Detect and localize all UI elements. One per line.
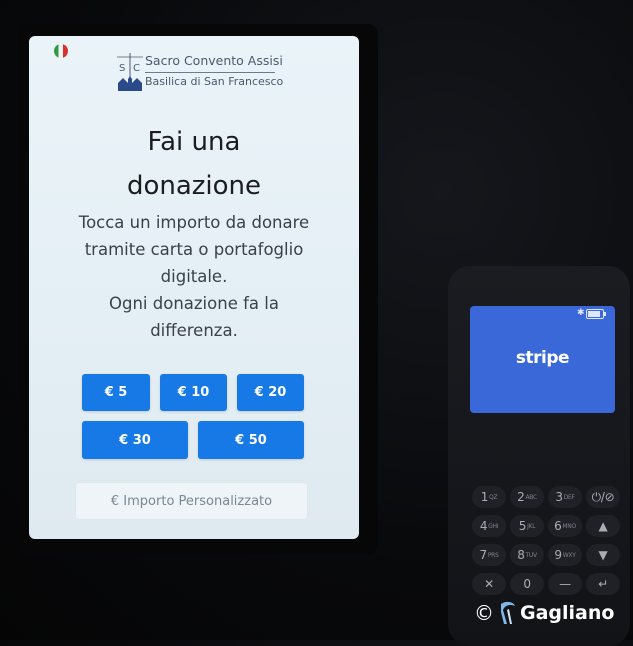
keypad-key[interactable]: —	[548, 573, 582, 595]
title-line: donazione	[126, 171, 262, 201]
title-line: Fai una	[147, 127, 241, 157]
svg-text:S: S	[119, 63, 125, 74]
svg-text:C: C	[133, 63, 140, 74]
donate-50-button[interactable]: € 50	[198, 421, 304, 459]
flag-italy-icon[interactable]	[54, 44, 68, 58]
keypad-key-label: 6	[554, 519, 562, 533]
photographer-name: Gagliano	[520, 602, 615, 624]
keypad-key-letters: TUV	[525, 551, 538, 559]
keypad-key-label: ▲	[598, 519, 608, 533]
keypad-key-letters: JKL	[527, 522, 536, 530]
terminal-screen: ✱ stripe	[470, 306, 615, 413]
instructions-line: differenza.	[150, 321, 238, 340]
instructions-line: tramite carta o portafoglio	[84, 240, 304, 259]
keypad-key-letters: MNO	[562, 522, 576, 530]
keypad-key-letters: WXY	[562, 551, 576, 559]
donate-5-button[interactable]: € 5	[82, 374, 150, 411]
logo-line-1: Sacro Convento Assisi	[145, 53, 283, 68]
keypad-key[interactable]: 7 PRS	[472, 544, 506, 566]
keypad-key-letters: ABC	[525, 493, 537, 501]
keypad-key-label: 3	[555, 490, 563, 504]
instructions-text: Tocca un importo da donare tramite carta…	[49, 209, 339, 344]
keypad-key[interactable]: ↵	[586, 573, 620, 595]
keypad-key-label: ⏻/⊘	[591, 489, 615, 504]
logo-line-2: Basilica di San Francesco	[145, 75, 284, 88]
keypad-key-label: 0	[523, 577, 531, 591]
stripe-logo: stripe	[515, 348, 570, 368]
keypad-key[interactable]: ▼	[586, 544, 620, 566]
keypad-key[interactable]: 0	[510, 573, 544, 595]
keypad-key-letters: PRS	[487, 551, 499, 559]
copyright-symbol: ©	[474, 601, 494, 625]
logo-divider	[145, 72, 275, 73]
keypad-key-label: 2	[517, 490, 525, 504]
custom-amount-input[interactable]: € Importo Personalizzato	[75, 482, 308, 520]
keypad-key[interactable]: ▲	[586, 515, 620, 537]
keypad-key[interactable]: ✕	[472, 573, 506, 595]
basilica-logo-icon: S C	[117, 53, 143, 91]
keypad-key-label: ✕	[484, 577, 494, 591]
bluetooth-icon: ✱	[577, 308, 585, 318]
keypad-key-label: 7	[479, 548, 487, 562]
keypad-key[interactable]: 5 JKL	[510, 515, 544, 537]
keypad-key-label: 1	[480, 490, 489, 504]
keypad-key[interactable]: 1 QZ	[472, 486, 506, 508]
keypad-key[interactable]: 6 MNO	[548, 515, 582, 537]
keypad-key-label: —	[559, 577, 571, 591]
page-title: Fai una donazione	[29, 120, 359, 208]
keypad-key-label: 5	[518, 519, 527, 533]
donate-10-button[interactable]: € 10	[160, 374, 227, 411]
instructions-line: digitale.	[160, 267, 228, 286]
photographer-logo-icon	[501, 601, 515, 624]
instructions-line: Tocca un importo da donare	[78, 213, 310, 232]
keypad-key-letters: DEF	[563, 493, 575, 501]
kiosk-screen: S C Sacro Convento Assisi Basilica di Sa…	[29, 36, 359, 539]
keypad-key[interactable]: 4 GHI	[472, 515, 506, 537]
keypad-key-label: 4	[479, 519, 488, 533]
keypad-key[interactable]: 2 ABC	[510, 486, 544, 508]
keypad-key[interactable]: 9 WXY	[548, 544, 582, 566]
sacro-convento-logo: S C Sacro Convento Assisi Basilica di Sa…	[117, 51, 284, 95]
keypad-key-label: ▼	[598, 548, 608, 562]
keypad-key-letters: QZ	[489, 493, 498, 501]
keypad-key[interactable]: 3 DEF	[548, 486, 582, 508]
keypad-key-letters: GHI	[488, 522, 499, 530]
donate-20-button[interactable]: € 20	[237, 374, 304, 411]
instructions-line: Ogni donazione fa la	[109, 294, 279, 313]
keypad-key[interactable]: 8 TUV	[510, 544, 544, 566]
battery-icon	[586, 309, 606, 319]
keypad-key-label: 8	[517, 548, 525, 562]
watermark: © Gagliano	[474, 596, 624, 630]
keypad-key[interactable]: ⏻/⊘	[586, 486, 620, 508]
keypad-key-label: 9	[554, 548, 562, 562]
donate-30-button[interactable]: € 30	[82, 421, 188, 459]
keypad-key-label: ↵	[598, 577, 608, 591]
